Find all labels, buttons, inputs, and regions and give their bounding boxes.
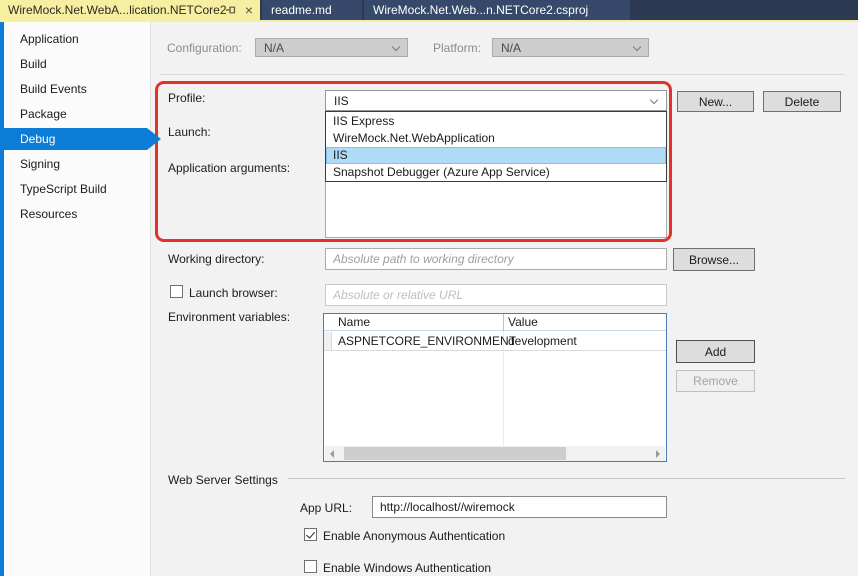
sidebar-item-application[interactable]: Application: [0, 28, 147, 50]
section-divider: [288, 478, 845, 479]
sidebar-item-label: Build: [20, 57, 47, 71]
button-label: New...: [699, 95, 732, 109]
launch-browser-label: Launch browser:: [189, 286, 278, 300]
platform-value: N/A: [501, 41, 521, 55]
close-icon[interactable]: ×: [242, 1, 256, 19]
dropdown-option-iis[interactable]: IIS: [326, 147, 666, 164]
sidebar-item-label: Debug: [20, 132, 55, 146]
button-label: Delete: [785, 95, 820, 109]
dropdown-option-snapshot-debugger[interactable]: Snapshot Debugger (Azure App Service): [326, 164, 666, 181]
sidebar-item-build-events[interactable]: Build Events: [0, 78, 147, 100]
horizontal-scrollbar[interactable]: [325, 446, 665, 461]
tab-label: WireMock.Net.WebA...lication.NETCore2: [8, 3, 227, 17]
profile-value: IIS: [334, 94, 349, 108]
working-directory-label: Working directory:: [168, 252, 264, 266]
working-directory-input[interactable]: [325, 248, 667, 270]
env-value-cell[interactable]: development: [508, 332, 577, 350]
chevron-down-icon: [392, 43, 400, 51]
browse-button[interactable]: Browse...: [673, 248, 755, 271]
chevron-down-icon: [650, 96, 658, 104]
configuration-label: Configuration:: [167, 41, 242, 55]
tab-csproj[interactable]: WireMock.Net.Web...n.NETCore2.csproj: [364, 0, 630, 20]
delete-button[interactable]: Delete: [763, 91, 841, 112]
app-url-label: App URL:: [300, 501, 352, 515]
tab-label: readme.md: [271, 3, 332, 17]
application-arguments-label: Application arguments:: [168, 161, 290, 175]
env-name-cell[interactable]: ASPNETCORE_ENVIRONMENT: [338, 332, 516, 350]
button-label: Remove: [693, 374, 738, 388]
launch-browser-checkbox[interactable]: [170, 285, 183, 298]
platform-label: Platform:: [433, 41, 481, 55]
windows-auth-label: Enable Windows Authentication: [323, 561, 491, 575]
platform-dropdown[interactable]: N/A: [492, 38, 649, 57]
launch-browser-url-input[interactable]: [325, 284, 667, 306]
sidebar-item-debug[interactable]: Debug: [0, 128, 147, 150]
check-icon: [306, 529, 315, 538]
environment-variables-table: Name Value ASPNETCORE_ENVIRONMENT develo…: [323, 313, 667, 462]
option-label: WireMock.Net.WebApplication: [333, 131, 495, 145]
separator-line: [160, 74, 845, 75]
table-row[interactable]: ASPNETCORE_ENVIRONMENT development: [324, 332, 666, 351]
profile-label: Profile:: [168, 91, 205, 105]
configuration-dropdown[interactable]: N/A: [255, 38, 408, 57]
profile-dropdown-list: IIS Express WireMock.Net.WebApplication …: [325, 111, 667, 182]
sidebar-item-label: Signing: [20, 157, 60, 171]
windows-auth-checkbox[interactable]: [304, 560, 317, 573]
button-label: Browse...: [689, 253, 739, 267]
tab-label: WireMock.Net.Web...n.NETCore2.csproj: [373, 3, 588, 17]
properties-nav-sidebar: Application Build Build Events Package D…: [0, 22, 151, 576]
sidebar-item-signing[interactable]: Signing: [0, 153, 147, 175]
sidebar-item-label: Application: [20, 32, 79, 46]
tab-active-properties[interactable]: WireMock.Net.WebA...lication.NETCore2: [0, 0, 260, 20]
launch-label: Launch:: [168, 125, 211, 139]
sidebar-item-build[interactable]: Build: [0, 53, 147, 75]
sidebar-item-label: Package: [20, 107, 67, 121]
anonymous-auth-label: Enable Anonymous Authentication: [323, 529, 505, 543]
web-server-settings-label: Web Server Settings: [168, 473, 278, 487]
remove-button[interactable]: Remove: [676, 370, 755, 392]
new-button[interactable]: New...: [677, 91, 754, 112]
selected-item-arrow: [147, 128, 161, 150]
column-divider: [503, 314, 504, 331]
sidebar-item-resources[interactable]: Resources: [0, 203, 147, 225]
option-label: IIS: [333, 148, 348, 162]
column-header-name[interactable]: Name: [338, 314, 370, 330]
chevron-down-icon: [633, 43, 641, 51]
document-tab-bar: WireMock.Net.WebA...lication.NETCore2 × …: [0, 0, 858, 20]
configuration-value: N/A: [264, 41, 284, 55]
dropdown-option-iis-express[interactable]: IIS Express: [326, 112, 666, 129]
option-label: Snapshot Debugger (Azure App Service): [333, 165, 550, 179]
app-url-input[interactable]: [372, 496, 667, 518]
tab-readme[interactable]: readme.md: [262, 0, 362, 20]
scrollbar-thumb[interactable]: [344, 447, 566, 460]
environment-variables-label: Environment variables:: [168, 310, 290, 324]
column-header-value[interactable]: Value: [508, 314, 538, 330]
sidebar-item-typescript-build[interactable]: TypeScript Build: [0, 178, 147, 200]
scroll-right-icon[interactable]: [650, 446, 665, 461]
anonymous-auth-checkbox[interactable]: [304, 528, 317, 541]
sidebar-item-label: TypeScript Build: [20, 182, 107, 196]
button-label: Add: [705, 345, 726, 359]
sidebar-item-label: Build Events: [20, 82, 87, 96]
pin-icon[interactable]: [225, 4, 237, 16]
sidebar-item-label: Resources: [20, 207, 77, 221]
table-header-row: Name Value: [324, 314, 666, 331]
scroll-left-icon[interactable]: [325, 446, 340, 461]
add-button[interactable]: Add: [676, 340, 755, 363]
tab-bar-underline: [0, 20, 858, 22]
sidebar-item-package[interactable]: Package: [0, 103, 147, 125]
dropdown-option-webapplication[interactable]: WireMock.Net.WebApplication: [326, 129, 666, 146]
option-label: IIS Express: [333, 114, 394, 128]
profile-dropdown[interactable]: IIS: [325, 90, 667, 111]
